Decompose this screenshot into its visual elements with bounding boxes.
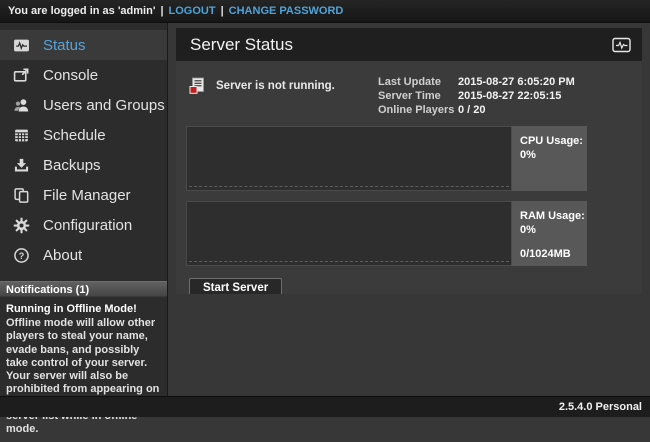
sidebar-item-about[interactable]: ? About [0,240,167,270]
gear-icon [13,217,30,234]
sidebar-item-label: Console [43,67,98,84]
svg-text:?: ? [19,250,25,260]
sidebar-item-file-manager[interactable]: File Manager [0,180,167,210]
server-status-message: Server is not running. [216,77,335,92]
chart-baseline [189,261,509,262]
info-row-online-players: Online Players 0 / 20 [378,104,630,116]
sidebar-item-backups[interactable]: Backups [0,150,167,180]
notifications-panel: Notifications (1) Running in Offline Mod… [0,281,167,442]
ram-usage-row: RAM Usage: 0% 0/1024MB [186,201,587,266]
sidebar-item-console[interactable]: Console [0,60,167,90]
cpu-usage-value: 0% [520,148,587,162]
main-content: Server Status Server is not running. Las… [169,23,650,396]
server-stopped-icon [189,77,216,95]
server-info-table: Last Update 2015-08-27 6:05:20 PM Server… [378,75,630,118]
sidebar-item-configuration[interactable]: Configuration [0,210,167,240]
separator: | [221,5,224,17]
cpu-usage-row: CPU Usage: 0% [186,126,587,191]
sidebar-item-label: Users and Groups [43,97,165,114]
version-text: 2.5.4.0 Personal [559,401,642,413]
cpu-usage-label-box: CPU Usage: 0% [512,126,587,191]
status-summary-row: Server is not running. Last Update 2015-… [189,75,630,118]
ram-usage-label: RAM Usage: [520,209,587,223]
panel-header: Server Status [176,28,642,61]
question-mark-icon: ? [13,247,30,264]
ram-usage-detail: 0/1024MB [520,247,587,261]
cpu-usage-label: CPU Usage: [520,134,587,148]
panel-body: Server is not running. Last Update 2015-… [176,61,642,294]
notification-item: Running in Offline Mode! Offline mode wi… [0,297,167,442]
change-password-link[interactable]: CHANGE PASSWORD [229,5,344,17]
file-manager-icon [13,187,30,204]
sidebar-item-label: File Manager [43,187,131,204]
info-row-server-time: Server Time 2015-08-27 22:05:15 [378,90,630,102]
console-icon [13,67,30,84]
ram-usage-label-box: RAM Usage: 0% 0/1024MB [512,201,587,266]
info-value: 2015-08-27 22:05:15 [458,90,561,102]
info-value: 2015-08-27 6:05:20 PM [458,76,575,88]
sidebar-item-label: Schedule [43,127,106,144]
sidebar-item-status[interactable]: Status [0,30,167,60]
backups-icon [13,157,30,174]
info-label: Server Time [378,90,458,102]
status-icon [13,37,30,54]
notification-title: Running in Offline Mode! [6,303,161,316]
sidebar: Status Console Users and Groups Schedule [0,23,168,396]
users-icon [13,97,30,114]
schedule-icon [13,127,30,144]
notification-text: Offline mode will allow other players to… [6,317,161,436]
login-status-bar: You are logged in as 'admin' | LOGOUT | CHAN… [0,0,650,23]
start-server-button[interactable]: Start Server [189,278,282,294]
page-title: Server Status [190,35,612,55]
sidebar-item-label: Status [43,37,86,54]
server-state: Server is not running. [189,75,378,118]
logged-in-text: You are logged in as 'admin' [8,5,155,17]
sidebar-item-schedule[interactable]: Schedule [0,120,167,150]
separator: | [160,5,163,17]
sidebar-item-label: Backups [43,157,101,174]
notifications-header: Notifications (1) [0,281,167,297]
ram-usage-chart [186,201,512,266]
cpu-usage-chart [186,126,512,191]
ram-usage-value: 0% [520,223,587,237]
info-value: 0 / 20 [458,104,486,116]
chart-baseline [189,186,509,187]
server-status-panel: Server Status Server is not running. Las… [176,28,642,294]
info-label: Last Update [378,76,458,88]
info-row-last-update: Last Update 2015-08-27 6:05:20 PM [378,76,630,88]
footer-bar: 2.5.4.0 Personal [0,396,650,417]
activity-icon [612,37,631,53]
sidebar-item-label: About [43,247,82,264]
info-label: Online Players [378,104,458,116]
sidebar-item-users-and-groups[interactable]: Users and Groups [0,90,167,120]
sidebar-nav: Status Console Users and Groups Schedule [0,23,167,270]
sidebar-item-label: Configuration [43,217,132,234]
logout-link[interactable]: LOGOUT [169,5,216,17]
